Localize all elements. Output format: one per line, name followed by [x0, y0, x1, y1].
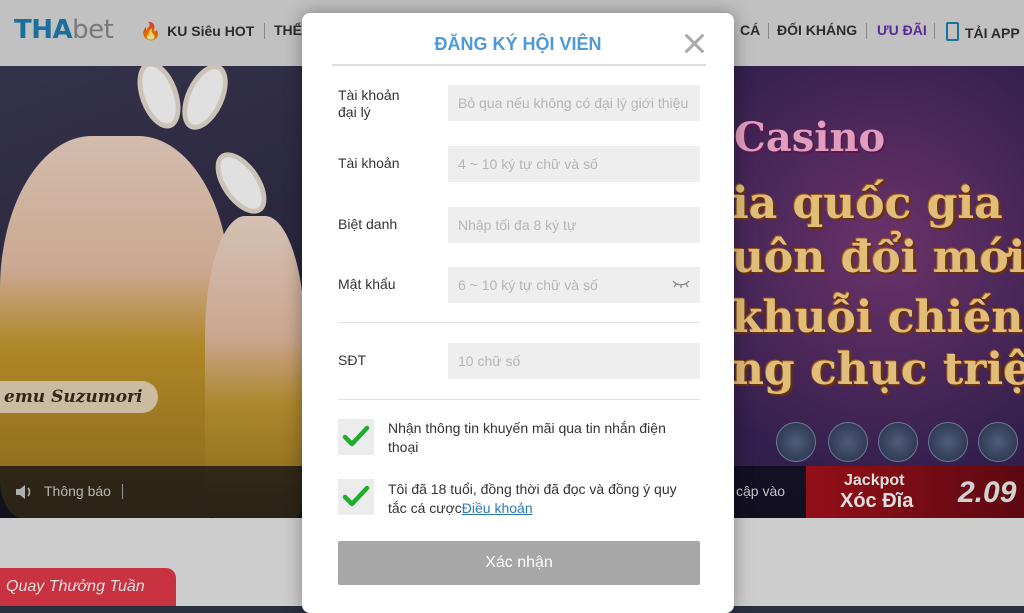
- agent-account-label: Tài khoản đại lý: [338, 87, 400, 120]
- promo-sms-text: Nhận thông tin khuyến mãi qua tin nhắn đ…: [388, 420, 666, 455]
- phone-label: SĐT: [338, 352, 366, 368]
- password-label: Mật khẩu: [338, 276, 396, 292]
- modal-title: ĐĂNG KÝ HỘI VIÊN: [434, 34, 602, 54]
- agent-account-input[interactable]: [448, 85, 700, 121]
- submit-button[interactable]: Xác nhận: [338, 541, 700, 585]
- age-terms-text: Tôi đã 18 tuổi, đồng thời đã đọc và đồng…: [388, 480, 688, 518]
- account-label: Tài khoản: [338, 155, 400, 171]
- account-input[interactable]: [448, 146, 700, 182]
- phone-input[interactable]: [448, 343, 700, 379]
- section-divider: [338, 399, 700, 400]
- close-icon[interactable]: [683, 32, 705, 54]
- title-divider: [332, 64, 706, 66]
- promo-sms-checkbox[interactable]: [338, 419, 374, 455]
- checkmark-icon: [342, 485, 370, 507]
- nickname-input[interactable]: [448, 207, 700, 243]
- age-terms-checkbox[interactable]: [338, 479, 374, 515]
- eye-closed-icon[interactable]: [672, 278, 690, 290]
- nickname-label: Biệt danh: [338, 216, 398, 232]
- password-input[interactable]: [448, 267, 700, 303]
- register-modal: ĐĂNG KÝ HỘI VIÊN Tài khoản đại lý Tài kh…: [302, 13, 734, 613]
- section-divider: [338, 322, 700, 323]
- checkmark-icon: [342, 425, 370, 447]
- terms-link[interactable]: Điều khoản: [462, 500, 533, 516]
